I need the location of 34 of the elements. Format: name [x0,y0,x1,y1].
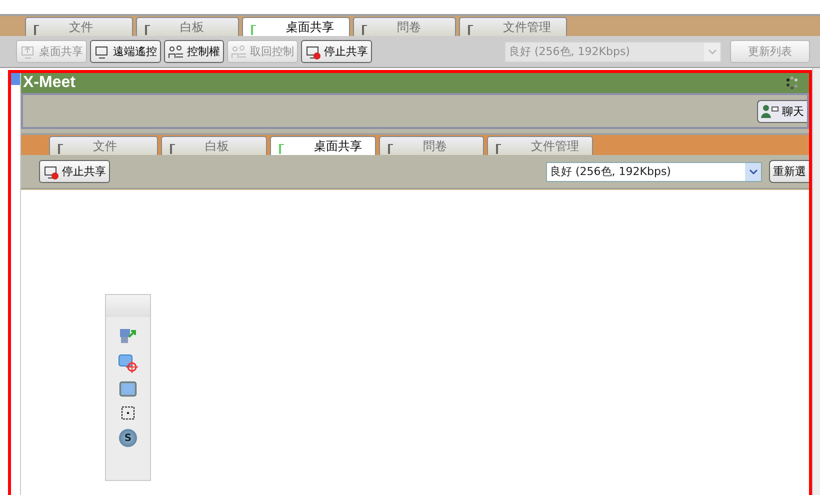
swap-icon[interactable] [119,327,137,345]
toolbar-button[interactable]: 停止共享 [301,40,372,63]
person-icon [761,104,779,118]
tab[interactable]: 文件 [25,17,133,36]
toolbar-handle[interactable] [106,295,150,317]
tab[interactable]: 問卷 [353,17,456,36]
region-select-icon[interactable] [120,405,136,421]
reselect-button[interactable]: 重新選 [769,160,809,183]
stop-share-icon [43,164,59,180]
upload-icon [20,44,36,60]
window-icon[interactable] [119,381,137,397]
loading-spinner-icon [785,76,799,90]
tab[interactable]: 文件管理 [459,17,567,36]
stop-share-button[interactable]: 停止共享 [39,160,110,183]
window-crosshair-icon[interactable] [118,353,138,373]
people-icon [231,44,247,60]
toolbar-button[interactable]: 遠端遙控 [90,40,161,63]
s-badge-icon[interactable]: S [119,429,137,447]
tab[interactable]: 文件管理 [487,136,593,155]
quality-dropdown[interactable]: 良好 (256色, 192Kbps) [546,162,762,182]
tab[interactable]: 問卷 [379,136,484,155]
toolbar-button[interactable]: 控制權 [164,40,224,63]
tab[interactable]: 白板 [161,136,267,155]
tab[interactable]: 白板 [136,17,239,36]
people-icon [168,44,184,60]
chat-button[interactable]: 聊天 [757,100,807,122]
stop-share-icon [305,44,321,60]
tab[interactable]: 桌面共享 [242,17,350,36]
chevron-down-icon [708,48,716,54]
chevron-down-icon [748,168,758,174]
app-logo: X-Meet [23,74,76,92]
tab[interactable]: 桌面共享 [270,136,376,155]
monitor-icon [94,44,110,60]
tab[interactable]: 文件 [49,136,158,155]
